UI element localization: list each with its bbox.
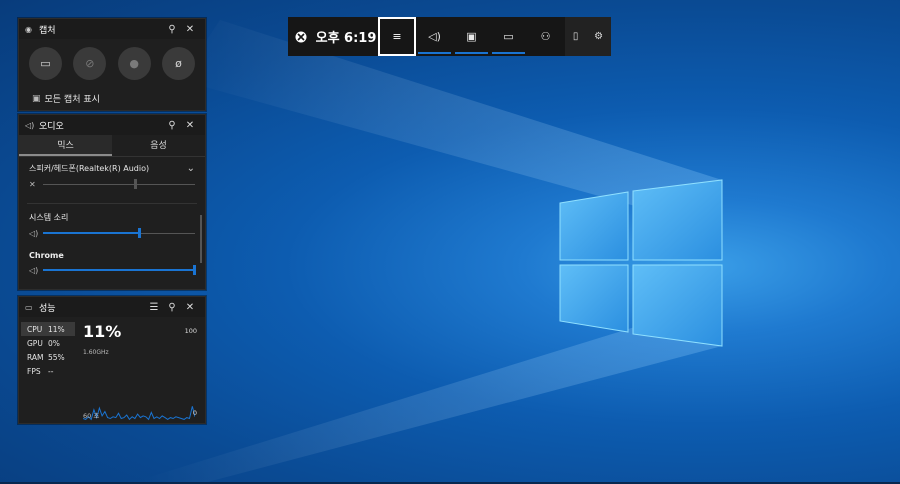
device-volume-slider[interactable] bbox=[43, 178, 195, 189]
close-icon[interactable]: ✕ bbox=[181, 120, 199, 131]
cpu-usage-line bbox=[83, 406, 195, 421]
stat-value: 0% bbox=[48, 338, 60, 348]
slider-thumb[interactable] bbox=[193, 264, 196, 275]
gallery-icon: ▣ bbox=[32, 93, 41, 104]
pin-icon[interactable]: ⚲ bbox=[163, 120, 181, 131]
close-icon[interactable]: ✕ bbox=[181, 302, 199, 313]
chrome-volume-row: ◁) bbox=[19, 260, 205, 280]
cpu-series-line bbox=[83, 406, 195, 421]
stat-key: FPS bbox=[27, 366, 41, 376]
graph-time-span: 60 초 bbox=[83, 412, 100, 420]
windows-logo bbox=[559, 179, 723, 347]
stat-ram[interactable]: RAM 55% bbox=[21, 350, 75, 364]
mouse-icon[interactable]: ▯ bbox=[573, 31, 579, 42]
speaker-icon: ◁) bbox=[25, 120, 35, 130]
pin-icon[interactable]: ⚲ bbox=[163, 302, 181, 313]
active-indicator bbox=[492, 52, 525, 54]
pin-icon[interactable]: ⚲ bbox=[163, 24, 181, 35]
capture-widget: ◉ 캡처 ⚲ ✕ ▭ ⊘ ● ø ▣ 모든 캡처 표시 bbox=[18, 18, 206, 111]
options-icon[interactable]: ☰ bbox=[145, 302, 163, 313]
cpu-frequency: 1.60GHz bbox=[83, 349, 109, 356]
mic-off-icon: ø bbox=[175, 57, 182, 70]
muted-speaker-icon[interactable]: ✕ bbox=[29, 180, 43, 189]
output-device-name: 스피커/헤드폰(Realtek(R) Audio) bbox=[29, 164, 150, 173]
performance-header: ▭ 성능 ☰ ⚲ ✕ bbox=[19, 297, 205, 317]
stat-key: RAM bbox=[27, 352, 44, 362]
chevron-down-icon: ⌄ bbox=[186, 163, 195, 174]
speaker-icon[interactable]: ◁) bbox=[29, 266, 43, 275]
audio-tabs: 믹스 음성 bbox=[19, 135, 205, 157]
stat-value: 55% bbox=[48, 352, 65, 362]
game-bar-right-section: ▯ ⚙ bbox=[565, 17, 611, 56]
performance-widget-button[interactable]: ▭ bbox=[490, 17, 527, 56]
close-icon[interactable]: ✕ bbox=[181, 24, 199, 35]
stat-fps[interactable]: FPS -- bbox=[21, 364, 75, 378]
start-recording-button[interactable]: ● bbox=[117, 47, 151, 80]
audio-title: 오디오 bbox=[39, 121, 64, 132]
active-indicator bbox=[455, 52, 488, 54]
system-volume-slider[interactable] bbox=[43, 227, 195, 238]
performance-title: 성능 bbox=[39, 303, 56, 314]
audio-header: ◁) 오디오 ⚲ ✕ bbox=[19, 115, 205, 135]
capture-buttons: ▭ ⊘ ● ø bbox=[19, 39, 205, 80]
capture-widget-button[interactable]: ▣ bbox=[453, 17, 490, 56]
widget-menu-button[interactable]: ≡ bbox=[378, 17, 416, 56]
audio-widget: ◁) 오디오 ⚲ ✕ 믹스 음성 스피커/헤드폰(Realtek(R) Audi… bbox=[18, 114, 206, 290]
monitor-icon: ▭ bbox=[503, 30, 514, 43]
people-icon: ⚇ bbox=[540, 30, 551, 43]
chrome-label: Chrome bbox=[29, 251, 64, 260]
stat-key: CPU bbox=[27, 324, 43, 334]
output-device-select[interactable]: 스피커/헤드폰(Realtek(R) Audio) ⌄ bbox=[19, 157, 205, 174]
tab-voice[interactable]: 음성 bbox=[112, 135, 205, 156]
clock: 오후 6:19 bbox=[315, 31, 377, 46]
capture-icon: ▣ bbox=[466, 30, 477, 43]
slider-fill bbox=[43, 231, 141, 234]
capture-title: 캡처 bbox=[39, 25, 56, 36]
screenshot-button[interactable]: ▭ bbox=[29, 47, 62, 80]
gear-icon[interactable]: ⚙ bbox=[594, 31, 603, 42]
graph-min-label: 0 bbox=[192, 409, 197, 417]
xbox-icon bbox=[295, 31, 307, 42]
social-widget-button[interactable]: ⚇ bbox=[527, 17, 564, 56]
slider-thumb[interactable] bbox=[133, 178, 137, 189]
monitor-icon: ▭ bbox=[25, 302, 33, 312]
chrome-volume-slider[interactable] bbox=[43, 264, 196, 275]
graph-max-label: 100 bbox=[184, 327, 197, 335]
slider-fill bbox=[43, 268, 195, 271]
camera-icon: ▭ bbox=[40, 57, 51, 70]
record-dot-icon: ● bbox=[129, 57, 139, 70]
show-all-label: 모든 캡처 표시 bbox=[44, 95, 100, 105]
performance-widget: ▭ 성능 ☰ ⚲ ✕ CPU 11% GPU 0% RAM 55% FPS -- 11%… bbox=[18, 296, 206, 424]
stat-value: -- bbox=[48, 366, 54, 376]
tab-mix[interactable]: 믹스 bbox=[19, 135, 112, 156]
stat-value: 11% bbox=[48, 324, 65, 334]
capture-header: ◉ 캡처 ⚲ ✕ bbox=[19, 19, 205, 39]
audio-widget-button[interactable]: ◁) bbox=[416, 17, 453, 56]
xbox-button[interactable] bbox=[288, 17, 314, 56]
cpu-big-value: 11% bbox=[83, 322, 122, 341]
show-all-captures-link[interactable]: ▣ 모든 캡처 표시 bbox=[32, 92, 205, 106]
record-last-icon: ⊘ bbox=[85, 57, 95, 70]
menu-icon: ≡ bbox=[392, 30, 402, 43]
game-bar: 오후 6:19 ≡ ◁) ▣ ▭ ⚇ ▯ ⚙ bbox=[288, 17, 611, 56]
system-sound-label: 시스템 소리 bbox=[29, 213, 69, 222]
system-volume-row: ◁) bbox=[19, 223, 205, 243]
record-last-button[interactable]: ⊘ bbox=[73, 47, 107, 80]
cpu-graph: 11% 1.60GHz 100 60 초 0 bbox=[75, 317, 205, 424]
stat-cpu[interactable]: CPU 11% bbox=[21, 322, 75, 336]
slider-thumb[interactable] bbox=[138, 227, 142, 238]
audio-scrollbar[interactable] bbox=[200, 215, 202, 263]
active-indicator bbox=[418, 52, 451, 54]
speaker-icon[interactable]: ◁) bbox=[29, 229, 43, 238]
mic-toggle-button[interactable]: ø bbox=[161, 47, 195, 80]
speaker-icon: ◁) bbox=[428, 30, 441, 43]
camera-icon: ◉ bbox=[25, 24, 32, 34]
device-volume-row: ✕ bbox=[19, 174, 205, 194]
stat-key: GPU bbox=[27, 338, 43, 348]
stats-list: CPU 11% GPU 0% RAM 55% FPS -- bbox=[19, 317, 75, 424]
stat-gpu[interactable]: GPU 0% bbox=[21, 336, 75, 350]
